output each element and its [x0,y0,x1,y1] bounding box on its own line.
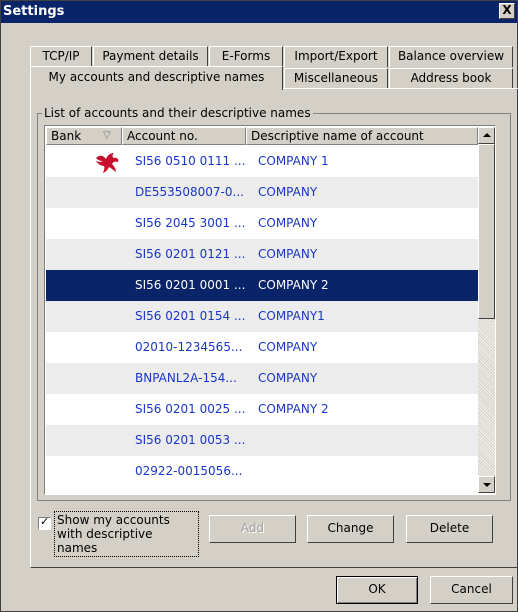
scroll-up-button[interactable] [478,127,495,144]
sort-descending-icon: ▽ [103,130,111,141]
scroll-down-button[interactable] [478,476,495,493]
cancel-button[interactable]: Cancel [430,576,513,604]
show-descriptive-label[interactable]: Show my accounts with descriptive names [54,511,199,557]
list-item[interactable]: DE553508007-0... COMPANY [46,177,478,208]
cell-account: 02010-1234565... [135,340,243,354]
tab-payment-details[interactable]: Payment details [93,46,208,67]
settings-dialog: Settings X TCP/IP Payment details E-Form… [0,0,518,612]
scrollbar-thumb[interactable] [478,144,495,319]
change-button[interactable]: Change [307,515,394,543]
cell-description: COMPANY1 [258,309,325,323]
checkmark-icon: ✓ [40,515,50,528]
cell-account: SI56 0201 0025 ... [135,402,246,416]
cell-description: COMPANY [258,185,318,199]
list-item[interactable]: SI56 0201 0154 ... COMPANY1 [46,301,478,332]
arrow-up-icon [483,133,491,137]
tab-miscellaneous[interactable]: Miscellaneous [284,68,388,89]
column-header-account-label: Account no. [127,129,198,143]
tab-my-accounts[interactable]: My accounts and descriptive names [30,66,283,90]
vertical-scrollbar[interactable] [478,127,495,493]
cell-description: COMPANY [258,371,318,385]
cell-account: SI56 0201 0154 ... [135,309,246,323]
column-header-bank-label: Bank [51,129,82,143]
tab-tcp-ip[interactable]: TCP/IP [30,46,92,67]
cell-account: SI56 0201 0053 ... [135,433,246,447]
cell-account: SI56 0201 0001 ... [135,278,246,292]
add-button[interactable]: Add [209,515,296,543]
cell-description: COMPANY [258,216,318,230]
cell-account: SI56 0510 0111 ... [135,154,246,168]
cell-account: DE553508007-0... [135,185,244,199]
show-descriptive-option[interactable]: ✓ Show my accounts with descriptive name… [37,509,199,557]
cell-description: COMPANY 2 [258,402,329,416]
list-item[interactable]: BNPANL2A-154... COMPANY [46,363,478,394]
cell-description: COMPANY [258,247,318,261]
ok-button[interactable]: OK [336,576,418,604]
column-header-description-label: Descriptive name of account [251,129,424,143]
column-header-description[interactable]: Descriptive name of account [246,127,478,145]
window-title: Settings [3,4,65,19]
tab-import-export[interactable]: Import/Export [284,46,388,67]
title-bar[interactable]: Settings X [1,1,517,23]
tab-balance-overview[interactable]: Balance overview [389,46,513,67]
list-item[interactable]: 02922-0015056... [46,456,478,487]
cell-account: SI56 0201 0121 ... [135,247,246,261]
list-item[interactable]: 02010-1234565... COMPANY [46,332,478,363]
tab-address-book[interactable]: Address book [389,68,513,89]
list-item[interactable]: SI56 0201 0053 ... [46,425,478,456]
cell-description: COMPANY 2 [258,278,329,292]
list-item[interactable]: SI56 0201 0121 ... COMPANY [46,239,478,270]
list-item[interactable]: SI56 0201 0025 ... COMPANY 2 [46,394,478,425]
list-item-selected[interactable]: SI56 0201 0001 ... COMPANY 2 [46,270,478,301]
column-header-bank[interactable]: Bank ▽ [46,127,122,145]
cell-description: COMPANY 1 [258,154,329,168]
close-button[interactable]: X [499,3,515,19]
cell-account: 02922-0015056... [135,464,243,478]
accounts-list[interactable]: Bank ▽ Account no. Descriptive name of a… [44,125,496,495]
list-item[interactable]: SI56 0510 0111 ... COMPANY 1 [46,146,478,177]
cell-description: COMPANY [258,340,318,354]
tab-e-forms[interactable]: E-Forms [209,46,283,67]
list-item[interactable]: SI56 2045 3001 ... COMPANY [46,208,478,239]
bank-logo-icon [96,153,119,173]
delete-button[interactable]: Delete [406,515,493,543]
cell-account: SI56 2045 3001 ... [135,216,246,230]
cell-account: BNPANL2A-154... [135,371,237,385]
column-header-account[interactable]: Account no. [122,127,246,145]
groupbox-legend: List of accounts and their descriptive n… [42,106,313,120]
show-descriptive-checkbox[interactable]: ✓ [38,515,51,530]
arrow-down-icon [483,483,491,487]
